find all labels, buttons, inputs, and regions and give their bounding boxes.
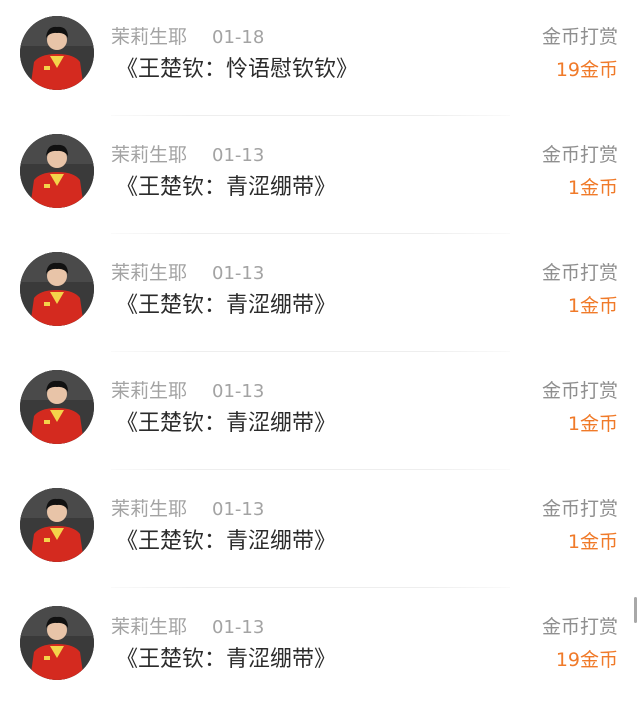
avatar[interactable] (20, 252, 94, 326)
date: 01-13 (212, 617, 265, 638)
date: 01-13 (212, 263, 265, 284)
date: 01-13 (212, 145, 265, 166)
avatar[interactable] (20, 134, 94, 208)
reward-type-label: 金币打赏 (541, 144, 618, 166)
date: 01-13 (212, 381, 265, 402)
work-title[interactable]: 《王楚钦：青涩绷带》 (116, 410, 336, 438)
reward-type-label: 金币打赏 (541, 616, 618, 638)
list-item[interactable]: 茉莉生耶 01-13 《王楚钦：青涩绷带》 金币打赏 1金币 (0, 472, 640, 590)
work-title[interactable]: 《王楚钦：青涩绷带》 (116, 292, 336, 320)
username[interactable]: 茉莉生耶 (111, 143, 187, 167)
person-photo-icon (20, 606, 94, 680)
avatar[interactable] (20, 606, 94, 680)
reward-type-label: 金币打赏 (541, 262, 618, 284)
reward-type-label: 金币打赏 (541, 380, 618, 402)
work-title[interactable]: 《王楚钦：怜语慰钦钦》 (116, 56, 358, 84)
reward-amount: 1金币 (567, 295, 618, 317)
avatar[interactable] (20, 16, 94, 90)
avatar[interactable] (20, 370, 94, 444)
scrollbar[interactable] (634, 597, 637, 623)
list-item[interactable]: 茉莉生耶 01-13 《王楚钦：青涩绷带》 金币打赏 19金币 (0, 590, 640, 708)
reward-amount: 19金币 (555, 59, 618, 81)
reward-type-label: 金币打赏 (541, 498, 618, 520)
avatar[interactable] (20, 488, 94, 562)
divider (111, 351, 510, 352)
list-item[interactable]: 茉莉生耶 01-13 《王楚钦：青涩绷带》 金币打赏 1金币 (0, 354, 640, 472)
username[interactable]: 茉莉生耶 (111, 379, 187, 403)
work-title[interactable]: 《王楚钦：青涩绷带》 (116, 528, 336, 556)
date: 01-18 (212, 27, 265, 48)
work-title[interactable]: 《王楚钦：青涩绷带》 (116, 174, 336, 202)
username[interactable]: 茉莉生耶 (111, 615, 187, 639)
date: 01-13 (212, 499, 265, 520)
reward-amount: 1金币 (567, 413, 618, 435)
person-photo-icon (20, 134, 94, 208)
divider (111, 587, 510, 588)
person-photo-icon (20, 16, 94, 90)
work-title[interactable]: 《王楚钦：青涩绷带》 (116, 646, 336, 674)
person-photo-icon (20, 370, 94, 444)
divider (111, 233, 510, 234)
person-photo-icon (20, 252, 94, 326)
divider (111, 469, 510, 470)
reward-amount: 1金币 (567, 177, 618, 199)
reward-amount: 1金币 (567, 531, 618, 553)
reward-list: 茉莉生耶 01-18 《王楚钦：怜语慰钦钦》 金币打赏 19金币 茉莉生耶 01… (0, 0, 640, 708)
list-item[interactable]: 茉莉生耶 01-13 《王楚钦：青涩绷带》 金币打赏 1金币 (0, 236, 640, 354)
reward-type-label: 金币打赏 (541, 26, 618, 48)
person-photo-icon (20, 488, 94, 562)
list-item[interactable]: 茉莉生耶 01-13 《王楚钦：青涩绷带》 金币打赏 1金币 (0, 118, 640, 236)
reward-amount: 19金币 (555, 649, 618, 671)
username[interactable]: 茉莉生耶 (111, 261, 187, 285)
username[interactable]: 茉莉生耶 (111, 497, 187, 521)
divider (111, 115, 510, 116)
username[interactable]: 茉莉生耶 (111, 25, 187, 49)
list-item[interactable]: 茉莉生耶 01-18 《王楚钦：怜语慰钦钦》 金币打赏 19金币 (0, 0, 640, 118)
